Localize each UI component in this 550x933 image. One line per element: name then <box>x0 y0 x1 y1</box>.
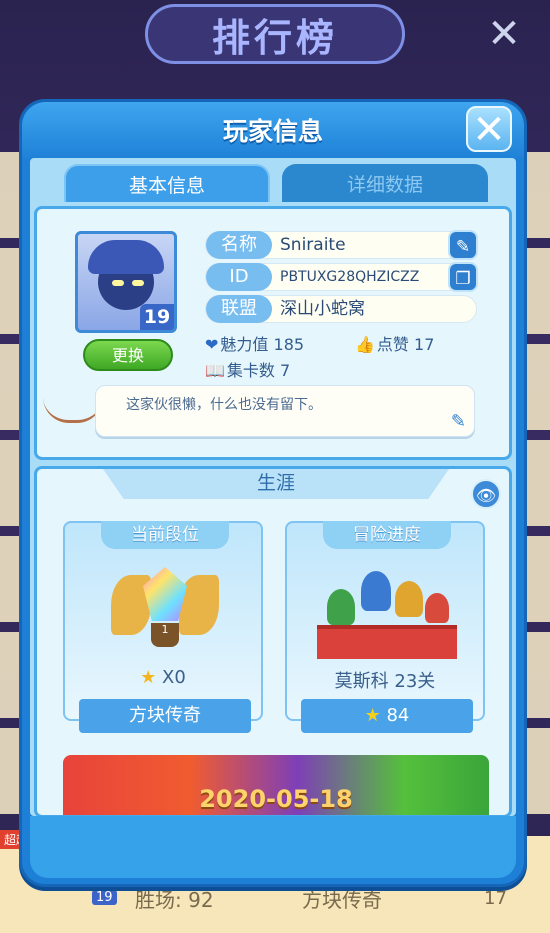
id-label: ID <box>206 263 272 291</box>
close-icon[interactable]: ✕ <box>484 14 524 54</box>
trophy-wing <box>179 575 219 635</box>
cards-label: 集卡数 <box>226 361 275 380</box>
kremlin-dome <box>425 593 449 623</box>
alliance-label: 联盟 <box>206 295 272 323</box>
heart-icon: ❤ <box>205 335 219 354</box>
name-value: Sniraite <box>280 235 346 255</box>
player-info-dialog: 玩家信息 ✕ 基本信息 详细数据 19 更换 名称 Sniraite ✎ ID … <box>19 99 527 887</box>
kremlin-wall <box>317 625 457 659</box>
charm-label: 魅力值 <box>220 335 269 354</box>
likes-stat: 👍 点赞 17 <box>355 331 434 355</box>
change-avatar-button[interactable]: 更换 <box>83 339 173 371</box>
close-icon[interactable]: ✕ <box>466 106 512 152</box>
edit-name-icon[interactable]: ✎ <box>448 230 478 260</box>
avatar-eye <box>132 280 144 286</box>
id-value: PBTUXG28QHZICZZ <box>280 269 420 285</box>
avatar[interactable]: 19 <box>75 231 177 333</box>
join-date: 2020-05-18 <box>199 785 353 813</box>
signature-box[interactable]: 这家伙很懒，什么也没有留下。 ✎ <box>95 385 475 437</box>
avatar-eye <box>112 280 124 286</box>
level-badge: 19 <box>140 304 174 330</box>
rank-text: 方块传奇 <box>302 888 382 912</box>
date-banner: 2020-05-18 <box>63 755 489 815</box>
star-icon: ★ <box>364 705 381 726</box>
book-icon: 📖 <box>205 361 225 380</box>
adventure-progress: 莫斯科 23关 <box>334 671 436 692</box>
tab-basic-info[interactable]: 基本信息 <box>64 164 270 202</box>
leaderboard-title: 排行榜 <box>145 4 405 64</box>
edit-signature-icon[interactable]: ✎ <box>451 411 466 432</box>
adventure-stars: ★ 84 <box>301 699 473 733</box>
trophy-base: 1 <box>151 623 179 647</box>
name-field: 名称 Sniraite ✎ <box>205 230 478 260</box>
rank-stars: ★ X0 <box>65 667 261 688</box>
signature-text: 这家伙很懒，什么也没有留下。 <box>126 397 322 413</box>
tab-detailed-data[interactable]: 详细数据 <box>282 164 488 202</box>
trophy-wing <box>111 575 151 635</box>
rank-name: 方块传奇 <box>79 699 251 733</box>
profile-card: 19 更换 名称 Sniraite ✎ ID PBTUXG28QHZICZZ ❐… <box>34 206 512 460</box>
alliance-value: 深山小蛇窝 <box>280 299 365 319</box>
charm-stat: ❤ 魅力值 185 <box>205 331 304 355</box>
rank-number: 17 <box>484 888 507 909</box>
rope-decoration <box>43 397 103 423</box>
rank-stars-value: X0 <box>162 667 186 688</box>
rank-trophy-icon: 1 <box>111 561 219 653</box>
kremlin-dome <box>327 589 355 625</box>
adventure-box[interactable]: 冒险进度 莫斯科 23关 ★ 84 <box>285 521 485 733</box>
charm-value: 185 <box>273 335 305 354</box>
career-title: 生涯 <box>103 469 449 499</box>
current-rank-title: 当前段位 <box>101 521 229 549</box>
copy-id-icon[interactable]: ❐ <box>448 262 478 292</box>
avatar-hat <box>88 240 164 274</box>
kremlin-dome <box>361 571 391 611</box>
likes-value: 17 <box>414 335 435 354</box>
eye-icon[interactable]: 👁 <box>471 479 501 509</box>
id-field: ID PBTUXG28QHZICZZ ❐ <box>205 262 478 292</box>
dialog-footer <box>30 816 516 878</box>
moscow-kremlin-icon <box>317 559 457 659</box>
name-label: 名称 <box>206 231 272 259</box>
thumbs-up-icon: 👍 <box>355 335 375 354</box>
wins-text: 胜场: 92 <box>135 888 214 912</box>
kremlin-dome <box>395 581 423 617</box>
cards-value: 7 <box>280 361 291 380</box>
adventure-stars-value: 84 <box>386 705 410 726</box>
star-icon: ★ <box>140 667 157 688</box>
current-rank-box[interactable]: 当前段位 1 ★ X0 方块传奇 <box>63 521 263 733</box>
cards-stat: 📖 集卡数 7 <box>205 357 290 381</box>
dialog-header: 玩家信息 ✕ <box>22 102 524 158</box>
alliance-field: 联盟 深山小蛇窝 <box>205 295 477 323</box>
dialog-body: 基本信息 详细数据 19 更换 名称 Sniraite ✎ ID PBTUXG2… <box>30 158 516 818</box>
likes-label: 点赞 <box>376 335 409 354</box>
level-badge: 19 <box>92 890 117 905</box>
dialog-title: 玩家信息 <box>222 117 323 146</box>
career-card: 生涯 👁 当前段位 1 ★ X0 方块传奇 冒险进度 莫斯科 23关 ★ 84 … <box>34 466 512 818</box>
adventure-title: 冒险进度 <box>323 521 451 549</box>
